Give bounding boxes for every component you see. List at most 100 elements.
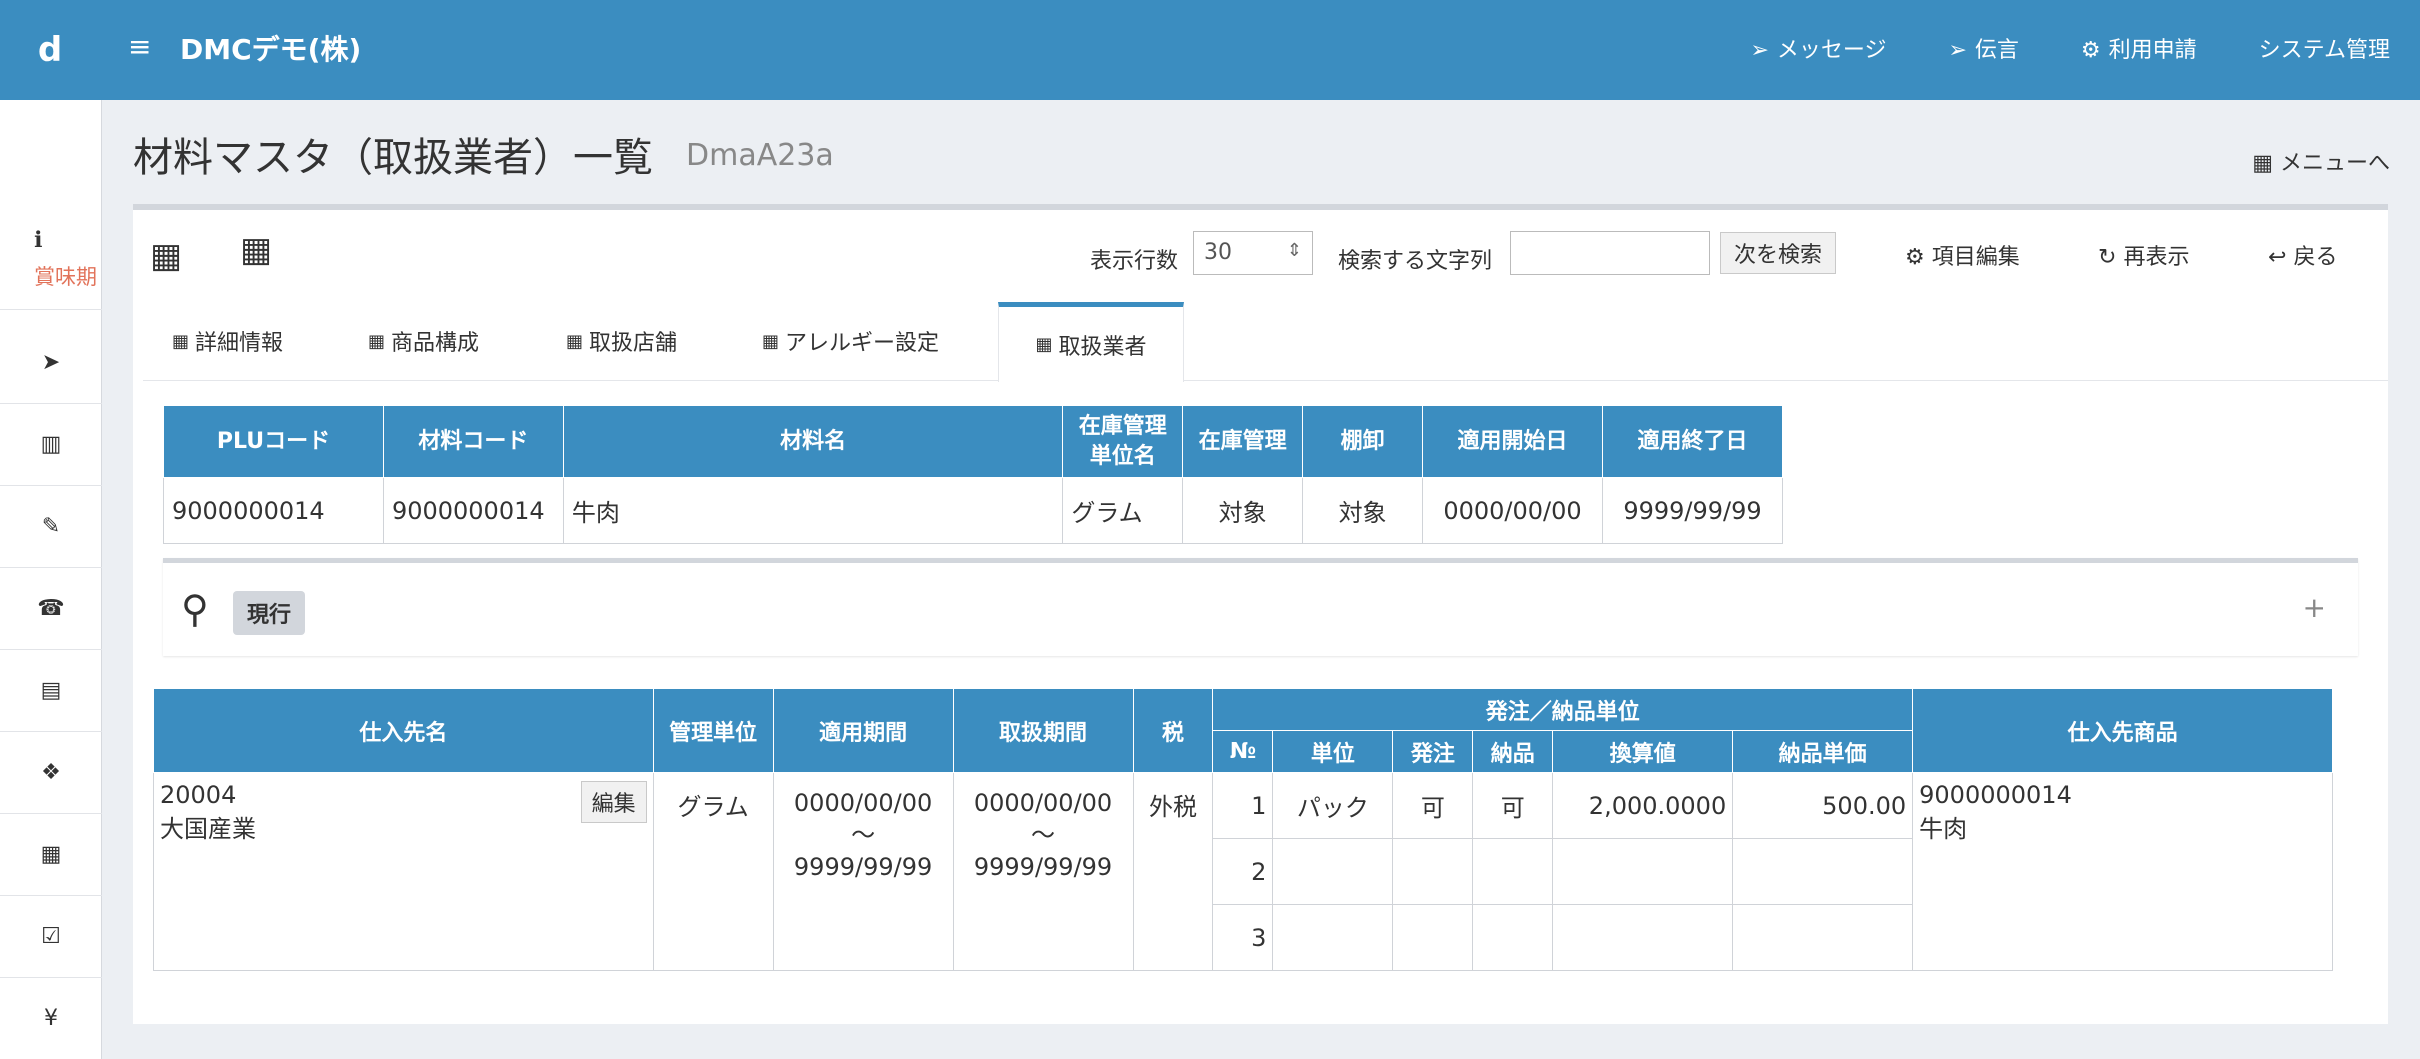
cell-unit-price	[1732, 838, 1914, 905]
search-icon[interactable]: ⚲	[181, 587, 209, 631]
grid-icon: ▦	[566, 330, 583, 352]
refresh-button[interactable]: ↻ 再表示	[2098, 239, 2189, 271]
cell-order	[1392, 838, 1474, 905]
calendar-check-icon: ☑	[41, 924, 61, 949]
col-conversion: 換算値	[1552, 730, 1734, 773]
cell-name: 牛肉	[562, 477, 1064, 544]
grid-large-icon[interactable]: ▦	[150, 236, 182, 276]
tab-detail[interactable]: ▦ 詳細情報	[172, 302, 283, 380]
file-icon: ▤	[40, 678, 62, 703]
back-button[interactable]: ↩ 戻る	[2268, 239, 2337, 271]
cell-unit: グラム	[1062, 477, 1184, 544]
edit-button[interactable]: 編集	[580, 781, 647, 823]
edit-items-button[interactable]: ⚙ 項目編集	[1905, 239, 2020, 271]
nav-memo[interactable]: ➢ 伝言	[1948, 32, 2018, 64]
tab-suppliers[interactable]: ▦ 取扱業者	[998, 302, 1184, 382]
col-apply-period: 適用期間	[772, 688, 954, 773]
cell-conversion: 2,000.0000	[1552, 772, 1734, 839]
cell-supplier-product: 9000000014 牛肉	[1912, 772, 2333, 971]
sidebar-item-label: 賞味期	[34, 265, 97, 289]
tabs-divider	[143, 380, 2388, 381]
cell-no: 3	[1212, 904, 1274, 971]
cell-mgmt-unit: グラム	[652, 772, 774, 971]
col-order-unit: 単位	[1272, 730, 1394, 773]
nav-messages[interactable]: ➢ メッセージ	[1750, 32, 1886, 64]
sidebar-item-cubes[interactable]: ❖	[0, 732, 102, 814]
cell-code: 9000000014	[382, 477, 564, 544]
cell-tax: 外税	[1132, 772, 1214, 971]
cell-order-unit	[1272, 904, 1394, 971]
cell-no: 2	[1212, 838, 1274, 905]
col-unit-price: 納品単価	[1732, 730, 1914, 773]
cell-conversion	[1552, 838, 1734, 905]
filter-box: ⚲ 現行 +	[163, 558, 2358, 656]
chevron-updown-icon: ⇕	[1286, 240, 1302, 261]
cell-order-unit: パック	[1272, 772, 1394, 839]
hamburger-icon[interactable]: ≡	[128, 30, 151, 63]
col-inventory: 棚卸	[1302, 405, 1424, 478]
cell-stock: 対象	[1182, 477, 1304, 544]
search-input[interactable]	[1510, 231, 1710, 275]
col-order-group: 発注／納品単位	[1212, 688, 1914, 731]
grid-icon: ▦	[368, 330, 385, 352]
tab-stores[interactable]: ▦ 取扱店舗	[566, 302, 677, 380]
table-row: 9000000014 9000000014 牛肉 グラム 対象 対象 0000/…	[163, 477, 1784, 544]
suppliers-table: 仕入先名 管理単位 適用期間 取扱期間 税 発注／納品単位 仕入先商品 № 単位…	[153, 688, 2333, 971]
page-title: 材料マスタ（取扱業者）一覧	[133, 135, 653, 181]
col-delivery: 納品	[1472, 730, 1554, 773]
sidebar-item-calendar[interactable]: ▦	[0, 814, 102, 896]
header-nav: ➢ メッセージ ➢ 伝言 ⚙ 利用申請 システム管理	[1750, 32, 2390, 64]
paper-plane-icon: ➤	[41, 350, 61, 375]
sidebar-item-yen[interactable]: ¥	[0, 978, 102, 1059]
sidebar-item-fax[interactable]: ☎	[0, 568, 102, 650]
cell-no: 1	[1212, 772, 1274, 839]
top-header: d ≡ DMCデモ(株) ➢ メッセージ ➢ 伝言 ⚙ 利用申請 システム管理	[0, 0, 2420, 100]
sidebar-item-edit[interactable]: ✎	[0, 486, 102, 568]
cell-delivery	[1472, 838, 1554, 905]
menu-link[interactable]: ▦ メニューへ	[2252, 145, 2390, 177]
col-tax: 税	[1132, 688, 1214, 773]
gear-icon: ⚙	[2080, 38, 2101, 63]
col-stock: 在庫管理	[1182, 405, 1304, 478]
col-supplier-product: 仕入先商品	[1912, 688, 2333, 773]
cubes-icon: ❖	[41, 760, 61, 785]
nav-system-admin[interactable]: システム管理	[2259, 32, 2390, 64]
cell-supplier: 編集 20004 大国産業	[153, 772, 654, 971]
grid-small-icon[interactable]: ▦	[240, 230, 272, 270]
info-icon: ℹ	[34, 228, 43, 253]
col-handling-period: 取扱期間	[952, 688, 1134, 773]
sidebar: ℹ 賞味期 ➤ ▥ ✎ ☎ ▤ ❖ ▦ ☑ ¥	[0, 100, 102, 1059]
bar-chart-icon: ▥	[40, 432, 62, 457]
grid-icon: ▦	[2252, 151, 2280, 176]
nav-usage-request[interactable]: ⚙ 利用申請	[2081, 32, 2197, 64]
sidebar-item-calendar-check[interactable]: ☑	[0, 896, 102, 978]
sidebar-item-file[interactable]: ▤	[0, 650, 102, 732]
grid-icon: ▦	[762, 330, 779, 352]
cell-inventory: 対象	[1302, 477, 1424, 544]
cell-plu: 9000000014	[163, 477, 384, 544]
sidebar-item-chart[interactable]: ▥	[0, 404, 102, 486]
sidebar-item-send[interactable]: ➤	[0, 322, 102, 404]
cell-handling-period: 0000/00/00 ～ 9999/99/99	[952, 772, 1134, 971]
sidebar-item-info[interactable]: ℹ 賞味期	[0, 210, 102, 310]
material-table: PLUコード 材料コード 材料名 在庫管理 単位名 在庫管理 棚卸 適用開始日 適…	[163, 405, 1784, 544]
logo[interactable]: d	[0, 0, 100, 100]
rows-select[interactable]: 30 ⇕	[1193, 231, 1313, 275]
calendar-icon: ▦	[40, 842, 62, 867]
col-material-name: 材料名	[562, 405, 1064, 478]
tab-allergy[interactable]: ▦ アレルギー設定	[762, 302, 939, 380]
col-material-code: 材料コード	[382, 405, 564, 478]
col-end: 適用終了日	[1601, 405, 1784, 478]
cell-order-unit	[1272, 838, 1394, 905]
cell-start: 0000/00/00	[1422, 477, 1603, 544]
supplier-code: 20004	[160, 781, 237, 809]
cell-unit-price	[1732, 904, 1914, 971]
cell-delivery: 可	[1472, 772, 1554, 839]
cell-order	[1392, 904, 1474, 971]
search-next-button[interactable]: 次を検索	[1720, 232, 1836, 274]
supplier-name: 大国産業	[160, 815, 256, 843]
expand-icon[interactable]: +	[2303, 591, 2326, 624]
col-stock-unit-name: 在庫管理 単位名	[1062, 405, 1184, 478]
col-no: №	[1212, 730, 1274, 773]
tab-product-composition[interactable]: ▦ 商品構成	[368, 302, 479, 380]
